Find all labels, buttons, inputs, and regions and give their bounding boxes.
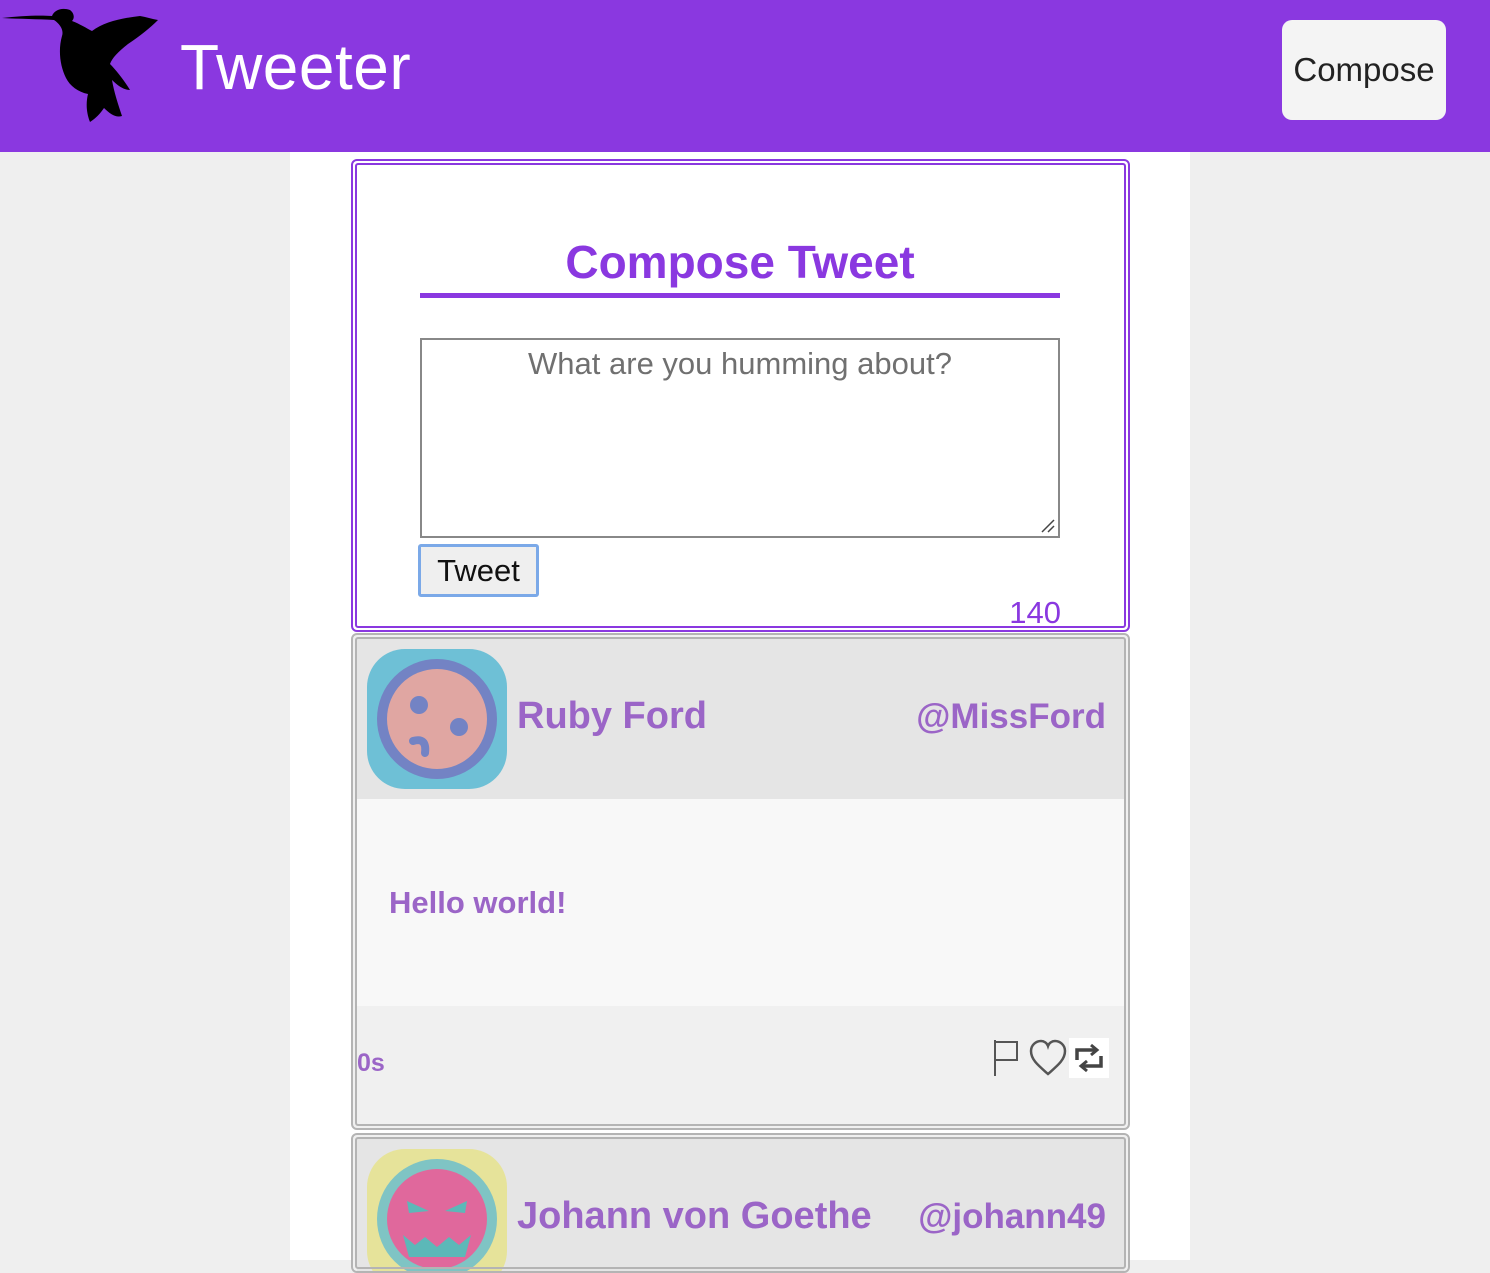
top-nav: Tweeter Compose — [0, 0, 1490, 152]
compose-button[interactable]: Compose — [1282, 20, 1446, 120]
user-name: Ruby Ford — [517, 695, 707, 737]
user-name: Johann von Goethe — [517, 1195, 872, 1237]
tweet-header: Ruby Ford @MissFord — [357, 639, 1124, 799]
hummingbird-icon — [2, 8, 158, 122]
character-counter: 140 — [1009, 595, 1061, 630]
user-handle: @MissFord — [916, 697, 1106, 736]
compose-divider — [420, 293, 1060, 298]
user-handle: @johann49 — [918, 1197, 1106, 1236]
flag-icon[interactable] — [991, 1038, 1023, 1078]
tweet-header: Johann von Goethe @johann49 — [357, 1139, 1124, 1271]
tweet-body: Hello world! — [357, 799, 1124, 1006]
tweet-timestamp: 0s — [357, 1049, 385, 1077]
tweet-submit-button[interactable]: Tweet — [418, 544, 539, 597]
avatar — [367, 1149, 507, 1271]
avatar — [367, 649, 507, 789]
compose-panel: Compose Tweet Tweet 140 — [351, 159, 1130, 632]
retweet-icon[interactable] — [1069, 1038, 1109, 1078]
heart-icon[interactable] — [1027, 1038, 1069, 1080]
tweet-card: Johann von Goethe @johann49 — [351, 1133, 1130, 1273]
tweet-input[interactable] — [420, 338, 1060, 538]
resize-handle-icon[interactable] — [1039, 517, 1055, 533]
tweet-text: Hello world! — [389, 885, 567, 920]
brand-title: Tweeter — [180, 31, 412, 103]
compose-title: Compose Tweet — [565, 236, 915, 288]
tweet-card: Ruby Ford @MissFord Hello world! 0s — [351, 633, 1130, 1130]
tweet-footer: 0s — [357, 1006, 1124, 1124]
